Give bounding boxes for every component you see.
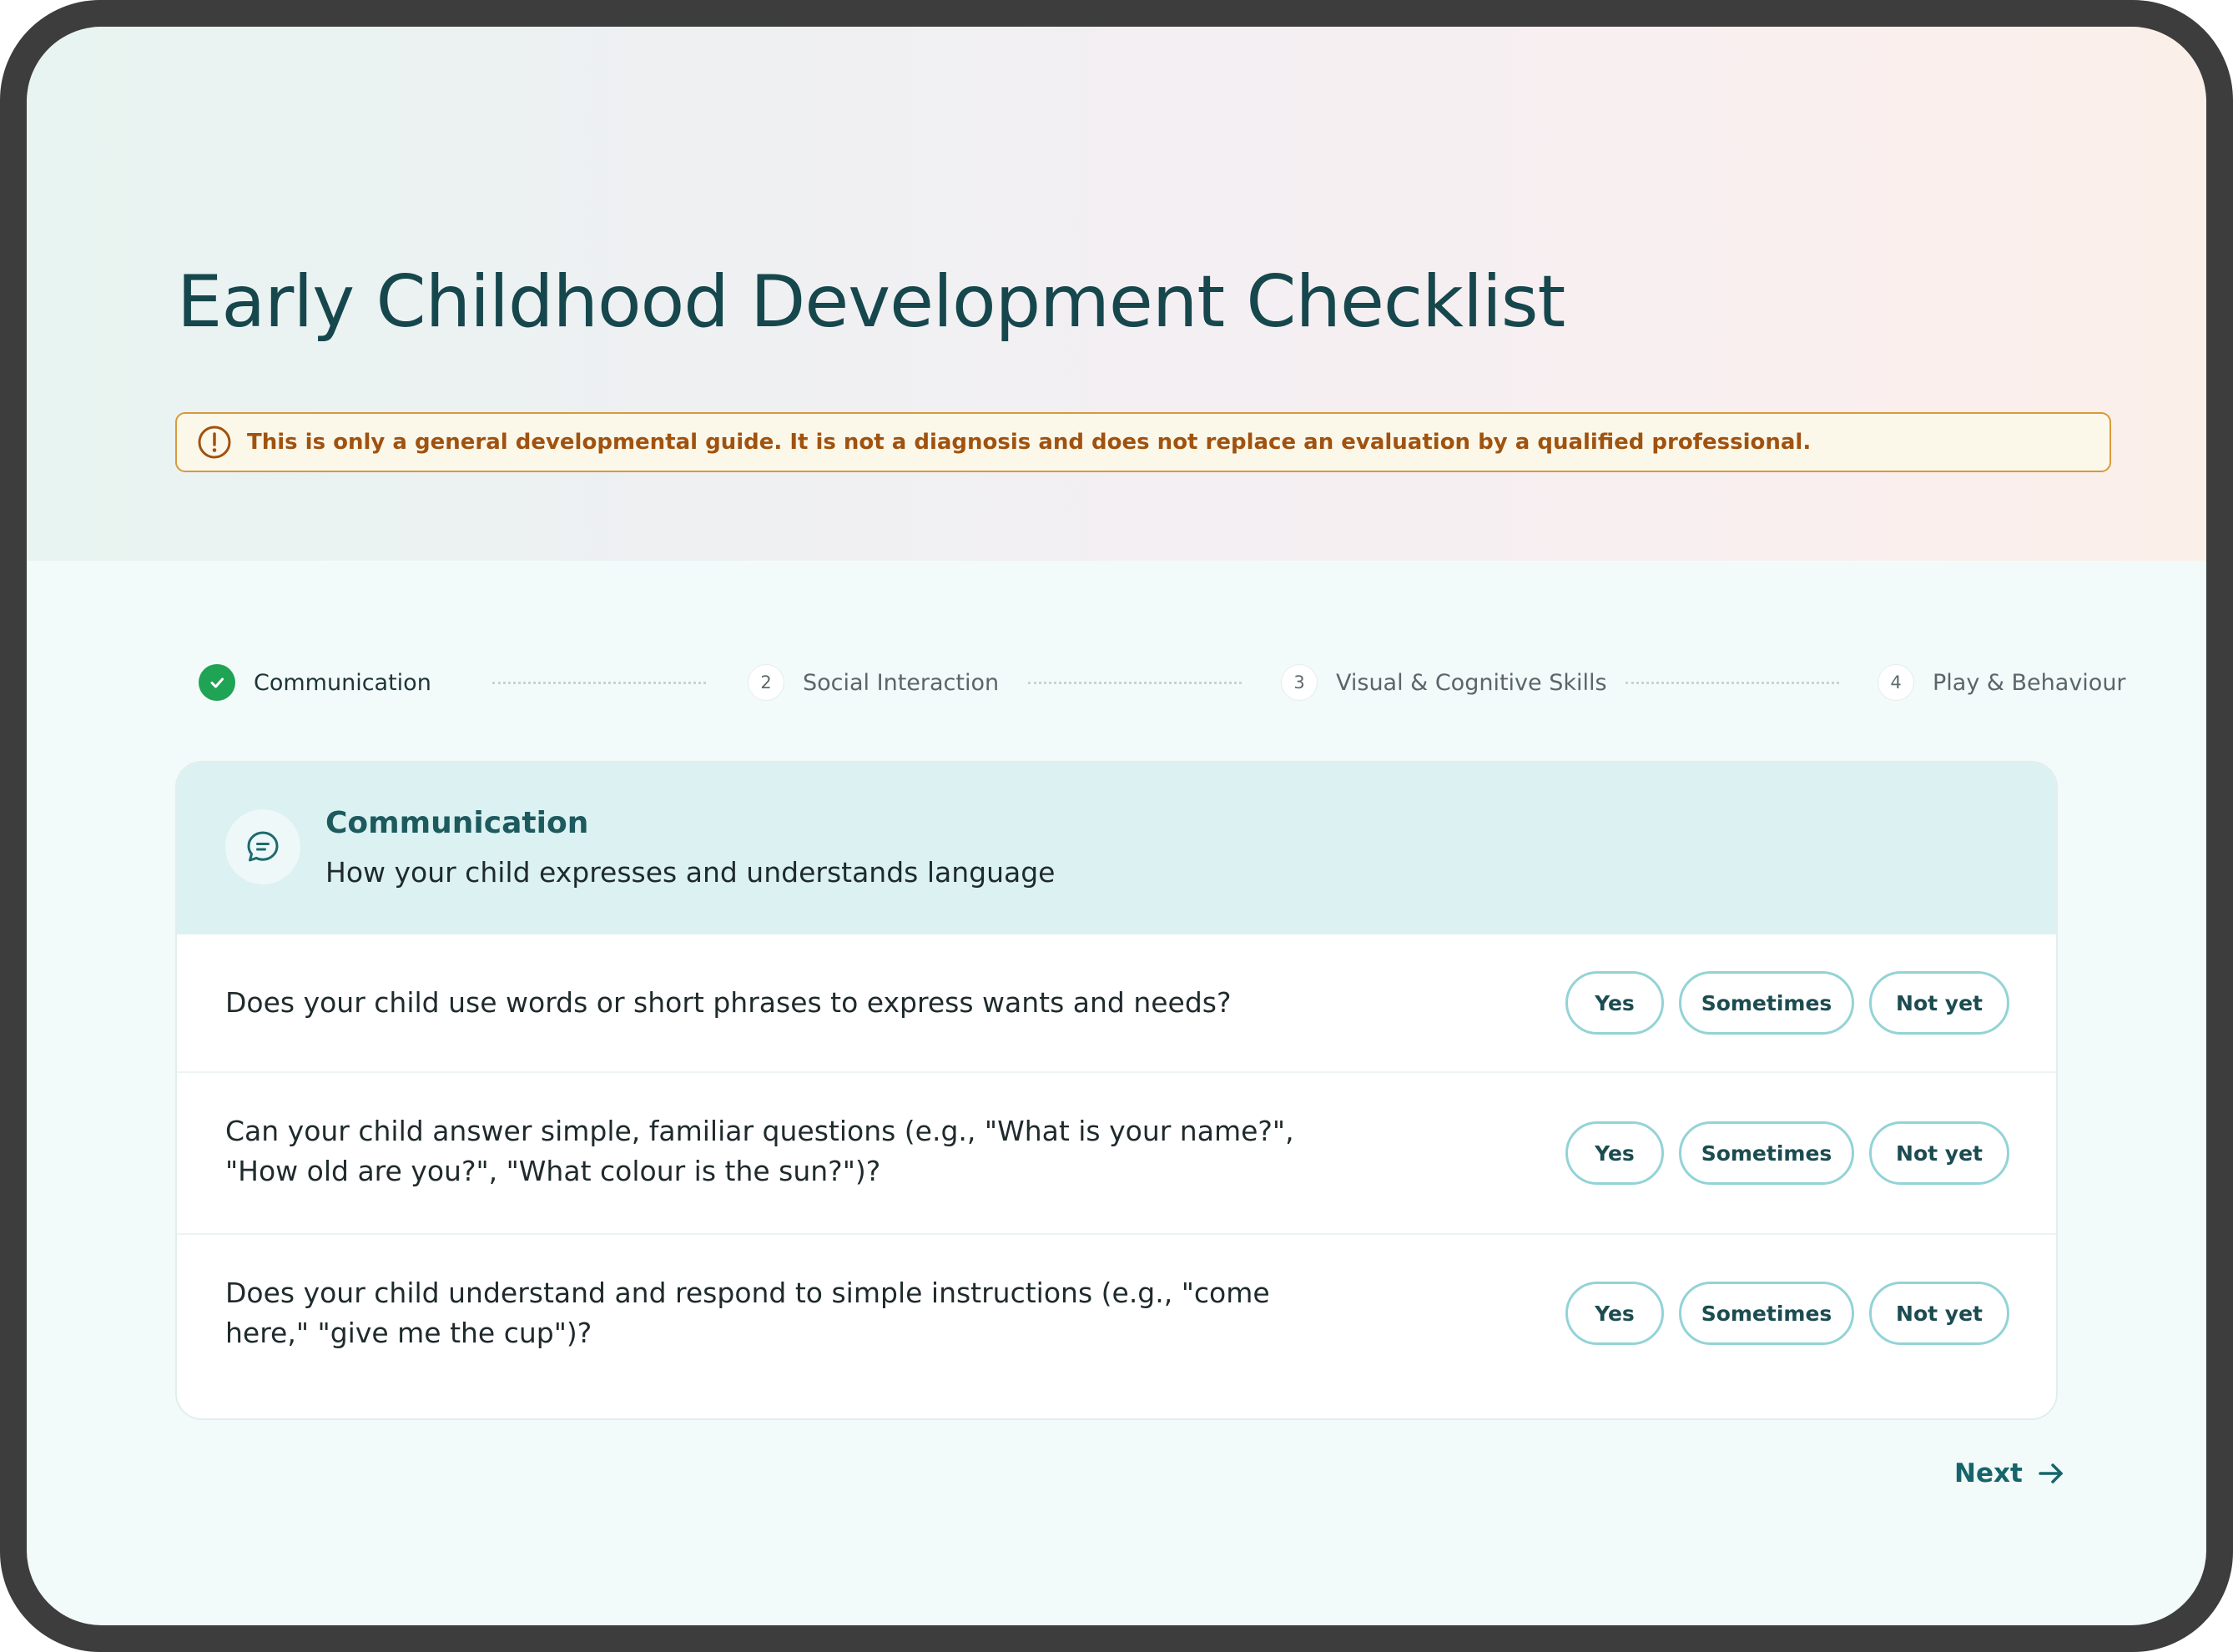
step-label: Play & Behaviour	[1933, 669, 2126, 696]
progress-stepper: Communication 2 Social Interaction 3 Vis…	[199, 661, 2126, 704]
step-number: 3	[1281, 664, 1318, 701]
step-social-interaction[interactable]: 2 Social Interaction	[748, 661, 999, 704]
device-frame: Early Childhood Development Checklist Th…	[0, 0, 2233, 1652]
step-number: 2	[748, 664, 784, 701]
answer-options: Yes Sometimes Not yet	[1565, 1282, 2009, 1345]
section-header: Communication How your child expresses a…	[177, 763, 2056, 934]
section-subtitle: How your child expresses and understands…	[325, 856, 1056, 889]
step-label: Visual & Cognitive Skills	[1336, 669, 1607, 696]
step-label: Social Interaction	[803, 669, 1000, 696]
app-screen: Early Childhood Development Checklist Th…	[27, 27, 2206, 1625]
chat-bubble-icon	[225, 809, 300, 884]
question-row: Does your child use words or short phras…	[177, 934, 2056, 1071]
step-play-behaviour[interactable]: 4 Play & Behaviour	[1878, 661, 2126, 704]
step-connector	[1028, 682, 1242, 684]
step-communication[interactable]: Communication	[199, 661, 431, 704]
not-yet-button[interactable]: Not yet	[1869, 1282, 2009, 1345]
question-text: Does your child understand and respond t…	[225, 1277, 1270, 1349]
yes-button[interactable]: Yes	[1565, 1121, 1664, 1185]
step-label: Communication	[254, 669, 431, 696]
step-connector	[492, 682, 706, 684]
next-label: Next	[1954, 1458, 2023, 1488]
question-row: Can your child answer simple, familiar q…	[177, 1071, 2056, 1233]
section-title: Communication	[325, 806, 589, 840]
step-number: 4	[1878, 664, 1914, 701]
alert-circle-icon	[198, 426, 231, 459]
page-title: Early Childhood Development Checklist	[177, 260, 1565, 344]
question-row: Does your child understand and respond t…	[177, 1233, 2056, 1418]
hero-banner: Early Childhood Development Checklist Th…	[27, 27, 2206, 561]
disclaimer-text: This is only a general developmental gui…	[247, 430, 1812, 455]
arrow-right-icon	[2039, 1463, 2063, 1483]
step-connector	[1626, 682, 1839, 684]
not-yet-button[interactable]: Not yet	[1869, 971, 2009, 1035]
yes-button[interactable]: Yes	[1565, 971, 1664, 1035]
sometimes-button[interactable]: Sometimes	[1679, 1121, 1854, 1185]
step-visual-cognitive[interactable]: 3 Visual & Cognitive Skills	[1281, 661, 1607, 704]
question-text: Can your child answer simple, familiar q…	[225, 1115, 1294, 1187]
disclaimer-banner: This is only a general developmental gui…	[175, 412, 2111, 472]
next-button[interactable]: Next	[1954, 1450, 2066, 1497]
answer-options: Yes Sometimes Not yet	[1565, 1121, 2009, 1185]
question-text: Does your child use words or short phras…	[225, 986, 1232, 1019]
not-yet-button[interactable]: Not yet	[1869, 1121, 2009, 1185]
sometimes-button[interactable]: Sometimes	[1679, 971, 1854, 1035]
yes-button[interactable]: Yes	[1565, 1282, 1664, 1345]
answer-options: Yes Sometimes Not yet	[1565, 971, 2009, 1035]
sometimes-button[interactable]: Sometimes	[1679, 1282, 1854, 1345]
check-icon	[199, 664, 235, 701]
section-card: Communication How your child expresses a…	[175, 761, 2058, 1420]
